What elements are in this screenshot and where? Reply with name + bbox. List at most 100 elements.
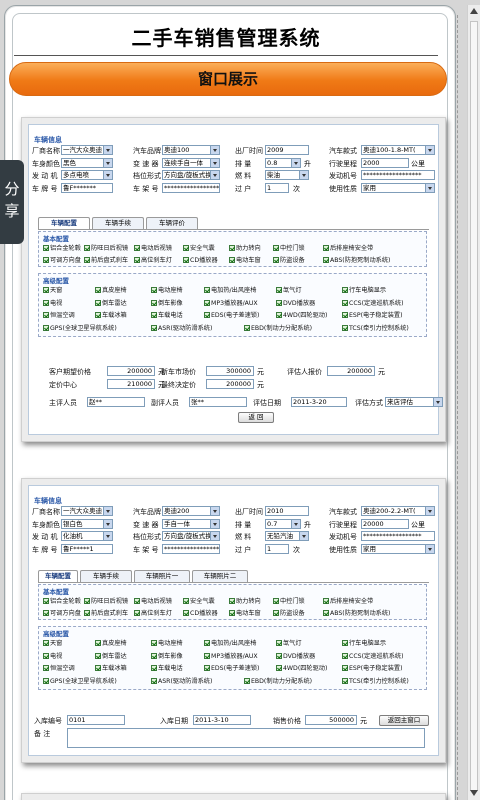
checked-box-icon[interactable] — [151, 312, 157, 318]
checked-box-icon[interactable] — [323, 598, 329, 604]
stock-date-input[interactable]: 2011-3-10 — [193, 715, 251, 725]
config-checkbox[interactable]: 安全气囊 — [183, 596, 215, 605]
owners-input[interactable]: 1 — [265, 543, 289, 554]
config-checkbox[interactable]: 天窗 — [43, 285, 62, 294]
checked-box-icon[interactable] — [204, 312, 210, 318]
checked-box-icon[interactable] — [276, 652, 282, 659]
config-checkbox[interactable]: 助力转向 — [229, 596, 261, 605]
checked-box-icon[interactable] — [43, 665, 49, 671]
config-checkbox[interactable]: 真皮座椅 — [95, 638, 127, 647]
checked-box-icon[interactable] — [244, 677, 250, 684]
config-checkbox[interactable]: DVD播放器 — [276, 651, 315, 660]
newprice-input[interactable]: 300000 — [206, 366, 254, 376]
arrow-down-icon[interactable] — [470, 790, 478, 796]
engno-input[interactable]: ****************** — [361, 170, 435, 180]
checked-box-icon[interactable] — [229, 610, 235, 616]
config-checkbox[interactable]: 铝合金轮毂 — [43, 596, 81, 605]
checked-box-icon[interactable] — [84, 257, 90, 263]
gearbox-select[interactable]: 连续手自一体 — [162, 157, 220, 168]
config-checkbox[interactable]: 氙气灯 — [276, 638, 302, 647]
fuel-select[interactable]: 柴油 — [265, 170, 309, 180]
frame-input[interactable]: ******************* — [162, 182, 220, 193]
config-checkbox[interactable]: GPS(全球卫星导航系统) — [43, 676, 117, 685]
maker-select[interactable]: 一汽大众奥迪 — [61, 145, 113, 155]
config-checkbox[interactable]: 电动车窗 — [229, 608, 261, 617]
eval-input[interactable]: 200000 — [327, 366, 375, 376]
config-checkbox[interactable]: ASR(驱动防滑系统) — [151, 676, 212, 685]
checked-box-icon[interactable] — [323, 610, 329, 616]
checked-box-icon[interactable] — [323, 257, 329, 263]
disp-select[interactable]: 0.8 — [265, 157, 301, 168]
checked-box-icon[interactable] — [134, 257, 140, 263]
checked-box-icon[interactable] — [43, 640, 49, 646]
checked-box-icon[interactable] — [151, 677, 157, 684]
config-checkbox[interactable]: 电加热/出风座椅 — [204, 285, 256, 294]
config-checkbox[interactable]: CCS(定速巡航系统) — [342, 298, 404, 307]
config-checkbox[interactable]: 防盗设备 — [273, 608, 305, 617]
maker-select[interactable]: 一汽大众奥迪 — [61, 506, 113, 516]
checked-box-icon[interactable] — [43, 677, 49, 684]
use-select[interactable]: 家用 — [361, 182, 435, 193]
config-checkbox[interactable]: 车载冰箱 — [95, 310, 127, 319]
config-checkbox[interactable]: 防盗设备 — [273, 255, 305, 264]
config-checkbox[interactable]: 电视 — [43, 651, 62, 660]
checked-box-icon[interactable] — [276, 665, 282, 671]
config-checkbox[interactable]: 天窗 — [43, 638, 62, 647]
engine-select[interactable]: 多点电喷 — [61, 170, 113, 180]
config-checkbox[interactable]: 电动座椅 — [151, 285, 183, 294]
color-select[interactable]: 黑色 — [61, 157, 113, 168]
checked-box-icon[interactable] — [95, 652, 101, 659]
checked-box-icon[interactable] — [43, 598, 49, 604]
config-checkbox[interactable]: EDS(电子差速锁) — [204, 663, 259, 672]
checked-box-icon[interactable] — [95, 640, 101, 646]
config-checkbox[interactable]: 倒车雷达 — [95, 651, 127, 660]
config-checkbox[interactable]: MP3播放器/AUX — [204, 298, 258, 307]
checked-box-icon[interactable] — [183, 610, 189, 616]
config-checkbox[interactable]: 4WD(四轮驱动) — [276, 663, 327, 672]
checked-box-icon[interactable] — [151, 640, 157, 646]
checked-box-icon[interactable] — [95, 299, 101, 306]
checked-box-icon[interactable] — [342, 665, 348, 671]
config-checkbox[interactable]: 防旺日后视镜 — [84, 243, 128, 252]
checked-box-icon[interactable] — [276, 299, 282, 306]
checked-box-icon[interactable] — [134, 245, 140, 251]
config-checkbox[interactable]: ESP(电子稳定装置) — [342, 310, 403, 319]
center-input[interactable]: 210000 — [107, 379, 155, 389]
config-checkbox[interactable]: 电加热/出风座椅 — [204, 638, 256, 647]
share-tab[interactable]: 分 享 — [0, 160, 24, 244]
config-checkbox[interactable]: 电动后视镜 — [134, 596, 172, 605]
brand-select[interactable]: 奥迪200 — [162, 506, 220, 516]
checked-box-icon[interactable] — [84, 610, 90, 616]
config-checkbox[interactable]: 车载电话 — [151, 310, 183, 319]
checked-box-icon[interactable] — [229, 257, 235, 263]
config-checkbox[interactable]: 车载冰箱 — [95, 663, 127, 672]
checked-box-icon[interactable] — [95, 287, 101, 293]
checked-box-icon[interactable] — [151, 652, 157, 659]
checked-box-icon[interactable] — [276, 287, 282, 293]
scrollbar[interactable] — [467, 5, 480, 800]
config-checkbox[interactable]: 铝合金轮毂 — [43, 243, 81, 252]
config-checkbox[interactable]: 高位刹车灯 — [134, 608, 172, 617]
checked-box-icon[interactable] — [43, 287, 49, 293]
config-checkbox[interactable]: 中控门锁 — [273, 596, 305, 605]
tab-3[interactable]: 车辆照片一 — [134, 570, 190, 582]
checked-box-icon[interactable] — [151, 324, 157, 331]
plate-input[interactable]: 鲁F******* — [61, 182, 113, 193]
checked-box-icon[interactable] — [43, 652, 49, 659]
config-checkbox[interactable]: EBD(制动力分配系统) — [244, 676, 312, 685]
config-checkbox[interactable]: 行车电脑显示 — [342, 285, 386, 294]
arrow-up-icon[interactable] — [470, 8, 478, 14]
config-checkbox[interactable]: 前后盘式刹车 — [84, 608, 128, 617]
config-checkbox[interactable]: GPS(全球卫星导航系统) — [43, 323, 117, 332]
mileage-input[interactable]: 2000 — [361, 157, 409, 168]
checked-box-icon[interactable] — [204, 287, 210, 293]
return-main-button[interactable]: 返回主窗口 — [379, 715, 429, 726]
config-checkbox[interactable]: 倒车影像 — [151, 298, 183, 307]
config-checkbox[interactable]: 车载电话 — [151, 663, 183, 672]
checked-box-icon[interactable] — [204, 640, 210, 646]
tab-1[interactable]: 车辆配置 — [38, 217, 90, 229]
checked-box-icon[interactable] — [244, 324, 250, 331]
tab-4[interactable]: 车辆照片二 — [192, 570, 248, 582]
main-evaluator-input[interactable]: 赵** — [87, 397, 145, 407]
config-checkbox[interactable]: 电视 — [43, 298, 62, 307]
